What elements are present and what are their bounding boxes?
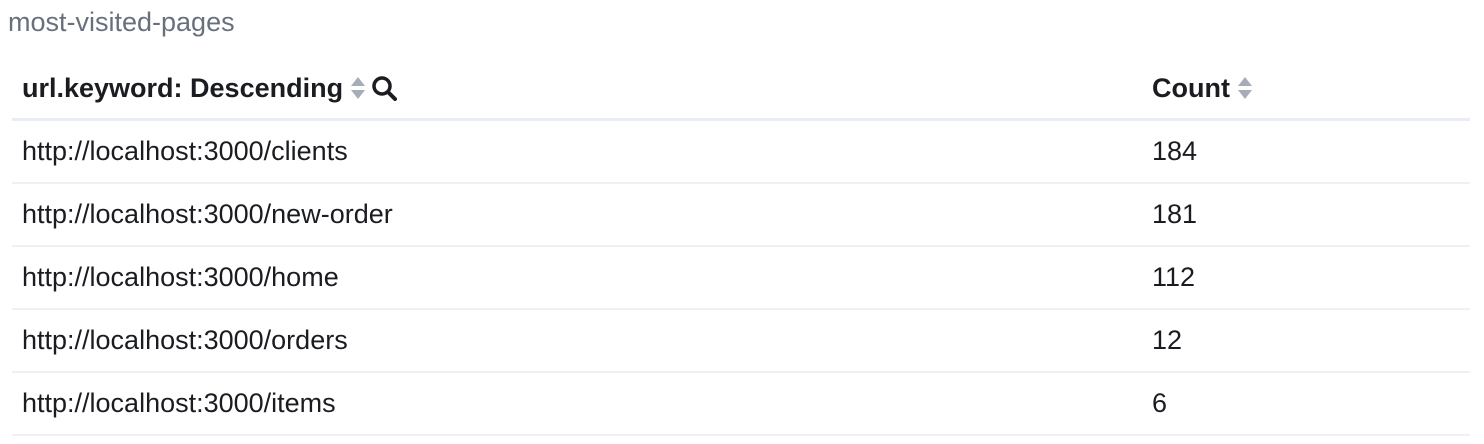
table-header: url.keyword: Descending Count (12, 58, 1470, 121)
url-cell: http://localhost:3000/orders (22, 325, 348, 355)
count-cell: 112 (1152, 262, 1196, 292)
column-header-count[interactable]: Count (1142, 73, 1470, 104)
column-header-label[interactable]: url.keyword: Descending (22, 73, 343, 104)
url-cell: http://localhost:3000/clients (22, 136, 348, 166)
count-cell: 12 (1152, 325, 1183, 355)
table-row: http://localhost:3000/clients 184 (12, 121, 1470, 184)
column-header-url[interactable]: url.keyword: Descending (12, 73, 1142, 104)
search-icon[interactable] (371, 75, 398, 101)
panel-title: most-visited-pages (8, 7, 235, 37)
count-cell: 184 (1152, 136, 1198, 166)
sort-icon[interactable] (349, 75, 367, 101)
data-table: url.keyword: Descending Count http://loc… (12, 58, 1470, 436)
table-row: http://localhost:3000/items 6 (12, 373, 1470, 436)
url-cell: http://localhost:3000/home (22, 262, 339, 292)
column-header-label[interactable]: Count (1152, 73, 1230, 104)
count-cell: 6 (1152, 388, 1168, 418)
sort-icon[interactable] (1236, 75, 1254, 101)
url-cell: http://localhost:3000/new-order (22, 199, 393, 229)
url-cell: http://localhost:3000/items (22, 388, 336, 418)
table-row: http://localhost:3000/new-order 181 (12, 184, 1470, 247)
table-row: http://localhost:3000/orders 12 (12, 310, 1470, 373)
table-row: http://localhost:3000/home 112 (12, 247, 1470, 310)
count-cell: 181 (1152, 199, 1198, 229)
